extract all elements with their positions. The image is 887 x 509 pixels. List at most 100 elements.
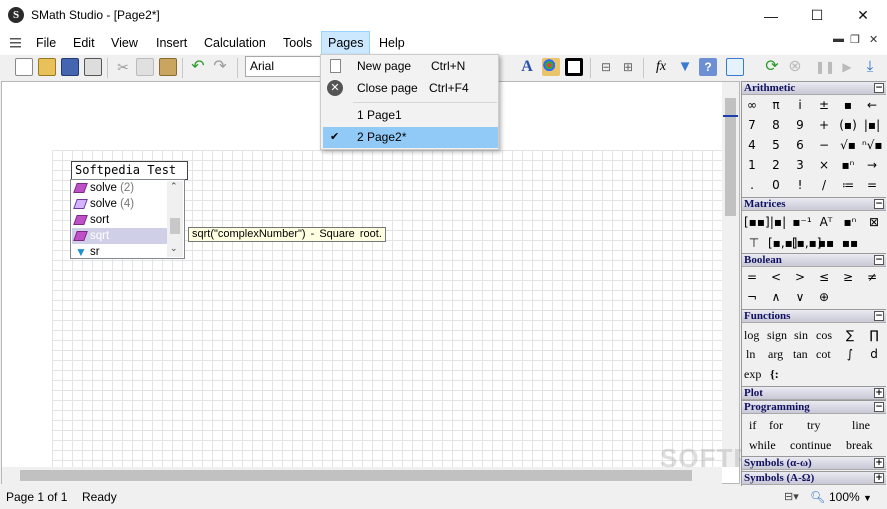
boolean-symbol-0-5[interactable]: ≠ [862,268,882,286]
menu-tools[interactable]: Tools [277,31,318,55]
inverse-matrix-icon[interactable]: ▪⁻¹ [792,213,812,231]
keyword-try[interactable]: try [807,416,820,434]
matrix-column-icon[interactable]: ⊤ [744,234,764,252]
arithmetic-symbol-3-1[interactable]: 2 [766,156,786,174]
function-sin[interactable]: sin [794,326,808,344]
play-icon[interactable]: ▶ [838,58,856,76]
arithmetic-symbol-4-5[interactable]: = [862,176,882,194]
function-cos[interactable]: cos [816,326,832,344]
function-cot[interactable]: cot [816,345,831,363]
keyword-line[interactable]: line [852,416,870,434]
transpose-icon[interactable]: Aᵀ [816,213,836,231]
arithmetic-symbol-4-2[interactable]: ! [790,176,810,194]
arithmetic-symbol-1-2[interactable]: 9 [790,116,810,134]
close-button[interactable]: ✕ [840,0,886,31]
expand-icon[interactable]: + [874,388,884,398]
sum-icon[interactable]: ∑ [840,326,860,344]
page-menu-item[interactable]: 1 Page1 [323,105,498,126]
page-size-icon[interactable]: ⊟▾ [784,490,799,503]
border-icon[interactable] [565,58,583,76]
derivative-icon[interactable]: d [864,345,884,363]
mdi-minimize-icon[interactable]: ▬ [833,33,844,45]
mdi-close-icon[interactable]: ✕ [869,33,878,46]
close-page-menu-item[interactable]: ✕ Close page Ctrl+F4 [323,78,498,99]
mdi-restore-icon[interactable]: ❐ [850,33,860,46]
text-color-icon[interactable]: A [518,58,536,76]
font-selector[interactable]: Arial [245,56,325,77]
keyword-continue[interactable]: continue [790,436,831,454]
boolean-symbol-0-0[interactable]: = [742,268,762,286]
redo-icon[interactable]: ↷ [211,58,229,76]
boolean-symbol-1-1[interactable]: ∧ [766,288,786,306]
arithmetic-symbol-4-0[interactable]: . [742,176,762,194]
panel-header-programming[interactable]: Programming − [742,400,886,414]
cut-icon[interactable]: ✂ [114,58,132,76]
chevron-up-icon[interactable]: ⌃ [170,181,178,192]
expand-icon[interactable]: + [874,473,884,483]
chevron-down-icon[interactable]: ⌄ [170,243,178,254]
keyword-for[interactable]: for [769,416,783,434]
arithmetic-symbol-1-3[interactable]: + [814,116,834,134]
autocomplete-scrollbar[interactable]: ⌃ ⌄ [167,181,183,257]
matrix-row-icon[interactable]: ▪▪ [840,234,860,252]
boolean-symbol-0-3[interactable]: ≤ [814,268,834,286]
boolean-symbol-0-4[interactable]: ≥ [838,268,858,286]
menu-insert[interactable]: Insert [150,31,193,55]
product-icon[interactable]: ∏ [864,326,884,344]
panel-header-matrices[interactable]: Matrices − [742,197,886,211]
matrix-element-icon[interactable]: [▪,▪] [768,234,797,252]
function-ln[interactable]: ln [746,345,755,363]
panel-header-boolean[interactable]: Boolean − [742,253,886,267]
keyword-while[interactable]: while [749,436,776,454]
function-arg[interactable]: arg [768,345,783,363]
integral-icon[interactable]: ∫ [840,345,860,363]
collapse-icon[interactable]: − [874,83,884,93]
matrix-range-icon[interactable]: [▪,▪] [792,234,821,252]
autocomplete-list[interactable]: solve (2) solve (4) sort sqrt ▼ sr ⌃ ⌄ [70,179,185,259]
collapse-icon[interactable]: − [874,311,884,321]
panel-toggle-icon[interactable] [726,58,744,76]
expand-icon[interactable]: + [874,458,884,468]
minimize-button[interactable]: — [748,0,794,31]
arithmetic-symbol-2-4[interactable]: √▪ [838,136,858,154]
keyword-break[interactable]: break [846,436,873,454]
arithmetic-symbol-3-5[interactable]: → [862,156,882,174]
arithmetic-symbol-2-1[interactable]: 5 [766,136,786,154]
arithmetic-symbol-3-2[interactable]: 3 [790,156,810,174]
page-menu-item-current[interactable]: ✔ 2 Page2* [323,127,498,148]
new-document-icon[interactable] [15,58,33,76]
arithmetic-symbol-4-4[interactable]: ≔ [838,176,858,194]
menu-edit[interactable]: Edit [67,31,101,55]
autocomplete-scroll-thumb[interactable] [170,218,180,234]
function-icon[interactable]: fx [652,58,670,76]
paste-icon[interactable] [159,58,177,76]
autocomplete-item-selected[interactable]: sqrt [72,228,168,244]
arithmetic-symbol-1-0[interactable]: 7 [742,116,762,134]
arithmetic-symbol-0-4[interactable]: ▪ [838,96,858,114]
stop-icon[interactable]: ⊗ [786,58,804,76]
panel-header-symbols-lower[interactable]: Symbols (α-ω) + [742,456,886,470]
zoom-icon[interactable]: 🔍︎ [810,490,825,504]
menu-calculation[interactable]: Calculation [198,31,272,55]
arithmetic-symbol-2-3[interactable]: − [814,136,834,154]
panel-header-functions[interactable]: Functions − [742,309,886,323]
zoom-level[interactable]: 100% [829,490,860,504]
maximize-button[interactable]: ☐ [794,0,840,31]
horizontal-scroll-thumb[interactable] [20,470,692,481]
undo-icon[interactable]: ↶ [189,58,207,76]
menu-view[interactable]: View [105,31,144,55]
pause-icon[interactable]: ❚❚ [815,58,835,76]
palette-icon[interactable] [542,58,560,76]
arithmetic-symbol-3-3[interactable]: × [814,156,834,174]
open-folder-icon[interactable] [38,58,56,76]
boolean-symbol-1-2[interactable]: ∨ [790,288,810,306]
math-input-field[interactable]: Softpedia Test [71,161,188,180]
cross-product-icon[interactable]: ⊠ [864,213,884,231]
keyword-if[interactable]: if [749,416,756,434]
menu-file[interactable]: File [30,31,62,55]
align-horizontal-icon[interactable]: ⊟ [597,58,615,76]
autocomplete-item[interactable]: solve (2) [72,180,168,196]
matrix-index-icon[interactable]: ▪▪ [816,234,836,252]
arithmetic-symbol-1-5[interactable]: |▪| [862,116,882,134]
recalculate-icon[interactable]: ⟳ [763,58,781,76]
